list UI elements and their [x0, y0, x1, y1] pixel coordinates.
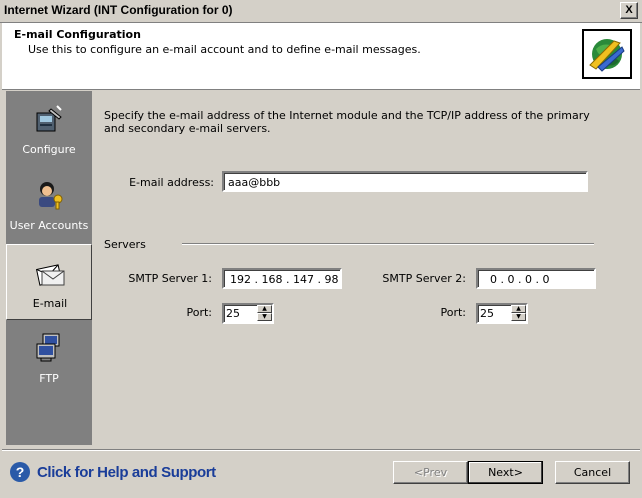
footer-divider [2, 449, 640, 451]
help-link-label: Click for Help and Support [37, 464, 216, 481]
sidebar-item-label: E-mail [32, 297, 68, 310]
servers-section-label: Servers [104, 238, 146, 251]
sidebar-item-label: Configure [22, 143, 76, 156]
page-title: E-mail Configuration [14, 28, 141, 41]
sidebar-item-ftp[interactable]: FTP [6, 320, 92, 396]
spin-up-icon[interactable]: ▲ [257, 305, 272, 313]
prev-button[interactable]: <Prev [393, 461, 468, 484]
title-bar: Internet Wizard (INT Configuration for 0… [0, 0, 642, 23]
smtp-server-1-label: SMTP Server 1: [128, 272, 212, 285]
smtp-1-port-value: 25 [226, 307, 240, 320]
email-address-label: E-mail address: [129, 176, 214, 189]
smtp-server-1-input[interactable]: 192 . 168 . 147 . 98 [222, 268, 342, 289]
close-button[interactable]: X [620, 2, 638, 19]
sidebar-item-configure[interactable]: Configure [6, 91, 92, 167]
internet-globe-icon [582, 29, 632, 79]
smtp-server-2-label: SMTP Server 2: [382, 272, 466, 285]
sidebar-item-email[interactable]: E-mail [6, 244, 92, 320]
sidebar: Configure User Accounts E-mail FTP [6, 91, 92, 445]
help-question-icon: ? [10, 462, 30, 482]
close-icon: X [625, 4, 633, 16]
window-title: Internet Wizard (INT Configuration for 0… [4, 3, 233, 17]
sidebar-item-label: FTP [39, 372, 59, 385]
email-address-input[interactable]: aaa@bbb [222, 171, 588, 192]
description-text: Specify the e-mail address of the Intern… [104, 109, 590, 135]
smtp-2-port-value: 25 [480, 307, 494, 320]
smtp-server-2-input[interactable]: 0 . 0 . 0 . 0 [476, 268, 596, 289]
user-accounts-icon [33, 179, 65, 211]
spin-down-icon[interactable]: ▼ [511, 313, 526, 321]
page-subtitle: Use this to configure an e-mail account … [28, 43, 421, 56]
wizard-header: E-mail Configuration Use this to configu… [2, 23, 640, 90]
spin-down-icon[interactable]: ▼ [257, 313, 272, 321]
smtp-2-port-label: Port: [440, 306, 466, 319]
ftp-icon [33, 332, 65, 364]
cancel-button[interactable]: Cancel [555, 461, 630, 484]
smtp-1-port-stepper[interactable]: 25 ▲ ▼ [222, 303, 274, 324]
email-config-panel: Specify the e-mail address of the Intern… [92, 91, 632, 445]
email-icon [34, 257, 66, 289]
sidebar-item-label: User Accounts [9, 219, 89, 232]
smtp-1-port-label: Port: [186, 306, 212, 319]
smtp-2-port-stepper[interactable]: 25 ▲ ▼ [476, 303, 528, 324]
servers-divider [182, 243, 594, 245]
spin-up-icon[interactable]: ▲ [511, 305, 526, 313]
configure-icon [33, 103, 65, 135]
sidebar-item-user-accounts[interactable]: User Accounts [6, 167, 92, 243]
next-button[interactable]: Next> [468, 461, 543, 484]
